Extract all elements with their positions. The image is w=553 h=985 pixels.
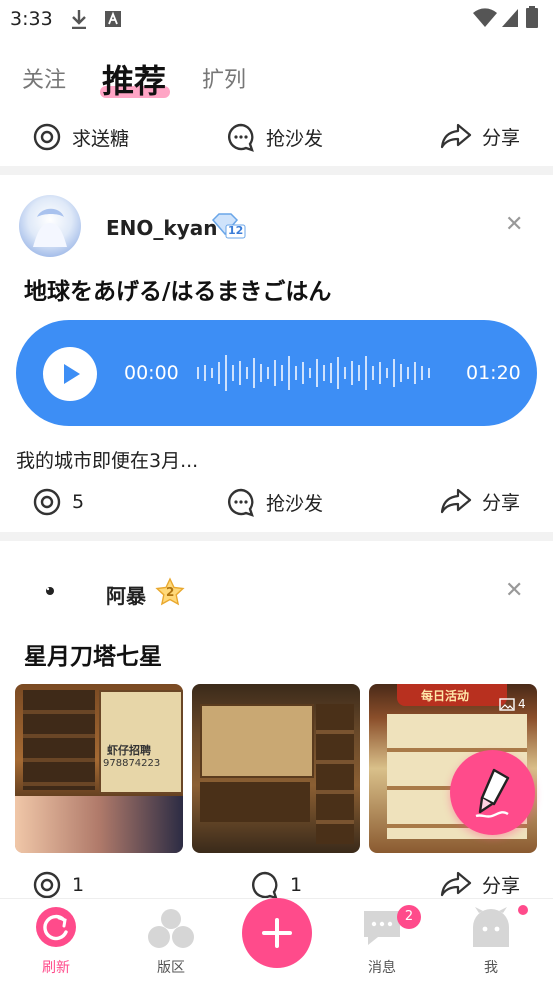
candy-icon [33, 123, 61, 151]
post-text[interactable]: 我的城市即便在3月... [16, 446, 198, 473]
share-icon [440, 488, 472, 514]
image-icon [499, 697, 515, 711]
divider [0, 532, 553, 541]
status-time: 3:33 [10, 8, 53, 30]
nav-messages-label: 消息 [368, 960, 396, 976]
nav-messages[interactable]: 消息 2 [337, 905, 427, 977]
audio-player[interactable]: 00:00 01:20 [16, 320, 537, 426]
signal-icon [502, 9, 518, 27]
sections-icon [148, 909, 194, 948]
post-image[interactable]: 虾仔招聘 978874223 [15, 684, 183, 853]
like-count: 1 [290, 874, 303, 896]
post-title[interactable]: 地球をあげる/はるまきごはん [24, 272, 331, 306]
plus-icon [262, 918, 292, 948]
tab-expand[interactable]: 扩列 [202, 62, 246, 94]
thumb-text: 978874223 [103, 758, 161, 769]
like-button[interactable]: 1 [250, 870, 302, 900]
nav-sections[interactable]: 版区 [126, 905, 216, 977]
notification-dot [518, 905, 528, 915]
gift-candy-button[interactable]: 求送糖 [32, 122, 129, 152]
nav-me-label: 我 [484, 960, 498, 976]
level-text: 2 [166, 585, 175, 599]
nav-refresh-label: 刷新 [42, 960, 70, 976]
download-icon [72, 10, 86, 29]
share-icon [440, 123, 472, 149]
audio-duration: 01:20 [466, 362, 521, 384]
pen-icon [475, 768, 510, 818]
gift-candy-label: 求送糖 [72, 127, 130, 150]
close-icon[interactable]: ✕ [505, 212, 523, 237]
battery-icon [526, 6, 538, 28]
close-icon[interactable]: ✕ [505, 578, 523, 603]
share-icon [440, 871, 472, 897]
tab-following[interactable]: 关注 [22, 62, 66, 94]
thumb-text: 虾仔招聘 [107, 744, 151, 757]
play-button[interactable] [43, 347, 97, 401]
wifi-icon [473, 8, 497, 27]
comment-button[interactable]: 1 [32, 870, 84, 900]
share-button[interactable]: 分享 [440, 122, 520, 150]
nav-me[interactable]: 我 [446, 905, 536, 977]
comment-count-icon [33, 871, 61, 899]
profile-icon [473, 907, 509, 947]
share-button[interactable]: 分享 [440, 487, 520, 515]
level-text: 12 [228, 224, 244, 237]
divider [0, 166, 553, 175]
nav-sections-label: 版区 [157, 960, 185, 976]
grab-sofa-button[interactable]: 抢沙发 [226, 122, 323, 152]
comment-icon [228, 488, 254, 517]
waveform-icon [197, 355, 430, 391]
comment-count-icon [33, 488, 61, 516]
post-button[interactable] [242, 898, 312, 968]
comment-button[interactable]: 5 [32, 487, 84, 517]
play-icon [64, 364, 80, 384]
avatar[interactable] [19, 195, 81, 257]
nav-refresh[interactable]: 刷新 [11, 905, 101, 977]
share-label: 分享 [482, 126, 521, 149]
audio-current-time: 00:00 [124, 362, 179, 384]
post-username[interactable]: 阿暴 [106, 580, 146, 609]
avatar[interactable] [19, 560, 81, 622]
level-badge: 12 [210, 212, 246, 240]
comment-icon [252, 871, 278, 900]
comment-count: 1 [72, 874, 85, 896]
post-username[interactable]: ENO_kyan [106, 216, 217, 240]
share-button[interactable]: 分享 [440, 870, 520, 898]
post-title[interactable]: 星月刀塔七星 [24, 637, 162, 671]
image-count-label: 4 [518, 697, 526, 711]
messages-badge: 2 [397, 905, 421, 929]
level-badge: 2 [155, 577, 185, 607]
post-image[interactable] [192, 684, 360, 853]
grab-sofa-button[interactable]: 抢沙发 [226, 487, 323, 517]
text-icon [105, 11, 121, 27]
tab-recommended[interactable]: 推荐 [102, 56, 166, 102]
comment-icon [228, 123, 254, 152]
share-label: 分享 [482, 491, 521, 514]
thumb-text: 每日活动 [421, 689, 470, 703]
comment-count: 5 [72, 491, 85, 513]
status-bar: 3:33 [0, 0, 553, 38]
refresh-icon [36, 907, 76, 947]
compose-fab[interactable] [450, 750, 535, 835]
grab-sofa-label: 抢沙发 [266, 127, 324, 150]
grab-sofa-label: 抢沙发 [266, 492, 324, 515]
image-count: 4 [499, 697, 526, 711]
share-label: 分享 [482, 874, 521, 897]
